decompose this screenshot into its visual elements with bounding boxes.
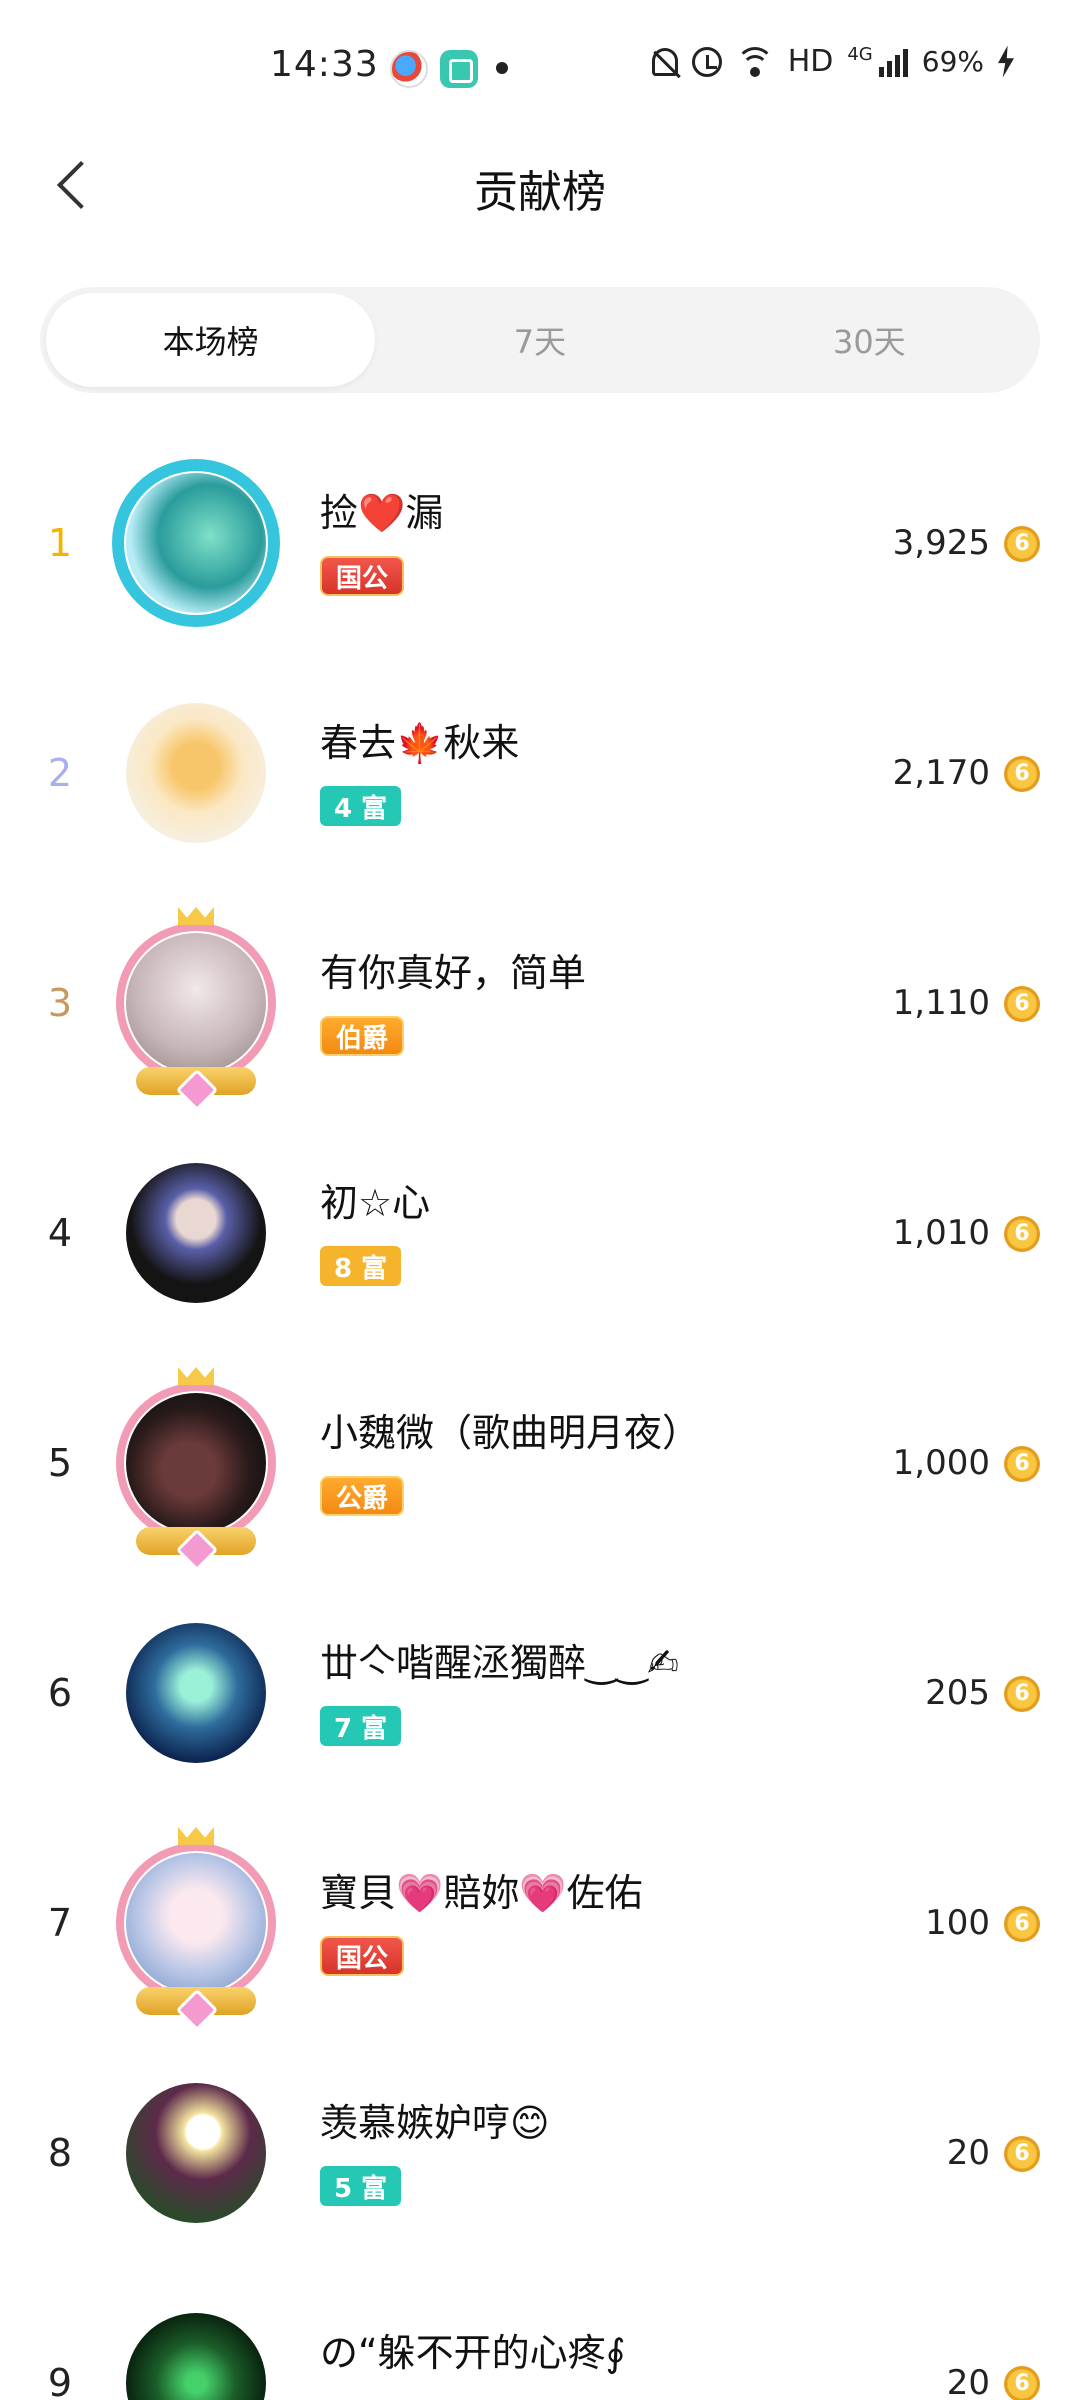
more-notifications-dot-icon bbox=[496, 62, 508, 74]
contribution-score: 100 bbox=[925, 1903, 990, 1943]
tab-7-days[interactable]: 7天 bbox=[375, 293, 704, 387]
ranking-row[interactable]: 5 小魏微（歌曲明月夜） 公爵 1,000 bbox=[0, 1348, 1080, 1578]
ranking-row[interactable]: 6 丗亽喈醒洆獨醉‿‿✍ 7 富 205 bbox=[0, 1578, 1080, 1808]
rank-number: 2 bbox=[47, 751, 73, 795]
avatar[interactable] bbox=[126, 703, 266, 843]
crown-icon bbox=[178, 1827, 214, 1845]
contribution-score: 205 bbox=[925, 1673, 990, 1713]
signal-label: 4G bbox=[847, 44, 873, 65]
rank-number: 3 bbox=[47, 981, 73, 1025]
ranking-row[interactable]: 7 寶貝💗賠妳💗佐佑 国公 100 bbox=[0, 1808, 1080, 2038]
coin-icon bbox=[1004, 1676, 1040, 1712]
contribution-score: 20 bbox=[946, 2133, 990, 2173]
heart-icon bbox=[175, 1068, 219, 1112]
ranking-row[interactable]: 1 捡❤️漏 国公 3,925 bbox=[0, 428, 1080, 658]
user-name: 丗亽喈醒洆獨醉‿‿✍ bbox=[320, 1641, 679, 1685]
rank-number: 8 bbox=[47, 2131, 73, 2175]
avatar[interactable] bbox=[126, 1623, 266, 1763]
user-name: 有你真好，简单 bbox=[320, 951, 587, 995]
app-notification-icon bbox=[390, 50, 428, 88]
user-name: 羡慕嫉妒哼😊 bbox=[320, 2101, 550, 2145]
user-name: 小魏微（歌曲明月夜） bbox=[320, 1411, 701, 1455]
app-notification-icon bbox=[440, 50, 478, 88]
user-name: の“躲不开的心疼∮ bbox=[320, 2331, 626, 2375]
status-time: 14:33 bbox=[270, 44, 379, 85]
charging-icon bbox=[998, 45, 1014, 78]
ranking-row[interactable]: 9 の“躲不开的心疼∮ 20 bbox=[0, 2268, 1080, 2400]
ranking-row[interactable]: 4 初☆心 8 富 1,010 bbox=[0, 1118, 1080, 1348]
avatar[interactable] bbox=[126, 1163, 266, 1303]
avatar[interactable] bbox=[126, 2083, 266, 2223]
heart-icon bbox=[175, 1988, 219, 2032]
page-title: 贡献榜 bbox=[474, 167, 606, 218]
coin-icon bbox=[1004, 1446, 1040, 1482]
status-icons: HD 4G 69% bbox=[651, 44, 1014, 79]
user-name: 初☆心 bbox=[320, 1181, 431, 1225]
level-badge: 国公 bbox=[320, 556, 405, 596]
battery-label: 69% bbox=[921, 45, 984, 78]
header: 贡献榜 bbox=[0, 120, 1080, 250]
avatar[interactable] bbox=[116, 1367, 276, 1572]
coin-icon bbox=[1004, 2366, 1040, 2400]
contribution-score: 1,000 bbox=[892, 1443, 990, 1483]
level-badge: 8 富 bbox=[320, 1246, 402, 1286]
rank-number: 4 bbox=[47, 1211, 73, 1255]
status-bar: 14:33 HD 4G 69% bbox=[0, 0, 1080, 120]
signal-icon bbox=[878, 47, 908, 77]
level-badge: 公爵 bbox=[320, 1476, 405, 1516]
rank-number: 6 bbox=[47, 1671, 73, 1715]
rank-number: 7 bbox=[47, 1901, 73, 1945]
coin-icon bbox=[1004, 526, 1040, 562]
ranking-row[interactable]: 2 春去🍁秋来 4 富 2,170 bbox=[0, 658, 1080, 888]
ranking-tabs: 本场榜 7天 30天 bbox=[40, 287, 1040, 393]
heart-icon bbox=[175, 1528, 219, 1572]
crown-icon bbox=[178, 907, 214, 925]
contribution-score: 20 bbox=[946, 2363, 990, 2400]
coin-icon bbox=[1004, 986, 1040, 1022]
ranking-row[interactable]: 8 羡慕嫉妒哼😊 5 富 20 bbox=[0, 2038, 1080, 2268]
coin-icon bbox=[1004, 1216, 1040, 1252]
level-badge: 伯爵 bbox=[320, 1016, 405, 1056]
level-badge: 7 富 bbox=[320, 1706, 402, 1746]
wifi-icon bbox=[735, 46, 774, 77]
user-name: 春去🍁秋来 bbox=[320, 721, 520, 765]
level-badge: 5 富 bbox=[320, 2166, 402, 2206]
level-badge: 4 富 bbox=[320, 786, 402, 826]
contribution-score: 1,110 bbox=[892, 983, 990, 1023]
contribution-score: 3,925 bbox=[892, 523, 990, 563]
contribution-score: 1,010 bbox=[892, 1213, 990, 1253]
coin-icon bbox=[1004, 756, 1040, 792]
tab-current-session[interactable]: 本场榜 bbox=[46, 293, 376, 387]
coin-icon bbox=[1004, 1906, 1040, 1942]
avatar[interactable] bbox=[116, 907, 276, 1112]
user-name: 捡❤️漏 bbox=[320, 491, 444, 535]
ranking-row[interactable]: 3 有你真好，简单 伯爵 1,110 bbox=[0, 888, 1080, 1118]
avatar[interactable] bbox=[126, 2313, 266, 2400]
alarm-icon bbox=[691, 46, 722, 77]
crown-icon bbox=[178, 1367, 214, 1385]
user-name: 寶貝💗賠妳💗佐佑 bbox=[320, 1871, 643, 1915]
mute-bell-icon bbox=[651, 47, 678, 76]
coin-icon bbox=[1004, 2136, 1040, 2172]
rank-number: 1 bbox=[47, 521, 73, 565]
rank-number: 5 bbox=[47, 1441, 73, 1485]
contribution-score: 2,170 bbox=[892, 753, 990, 793]
avatar[interactable] bbox=[112, 459, 280, 627]
network-label: HD bbox=[787, 44, 834, 79]
tab-30-days[interactable]: 30天 bbox=[705, 293, 1034, 387]
rank-number: 9 bbox=[47, 2361, 73, 2400]
level-badge: 国公 bbox=[320, 1936, 405, 1976]
avatar[interactable] bbox=[116, 1827, 276, 2032]
